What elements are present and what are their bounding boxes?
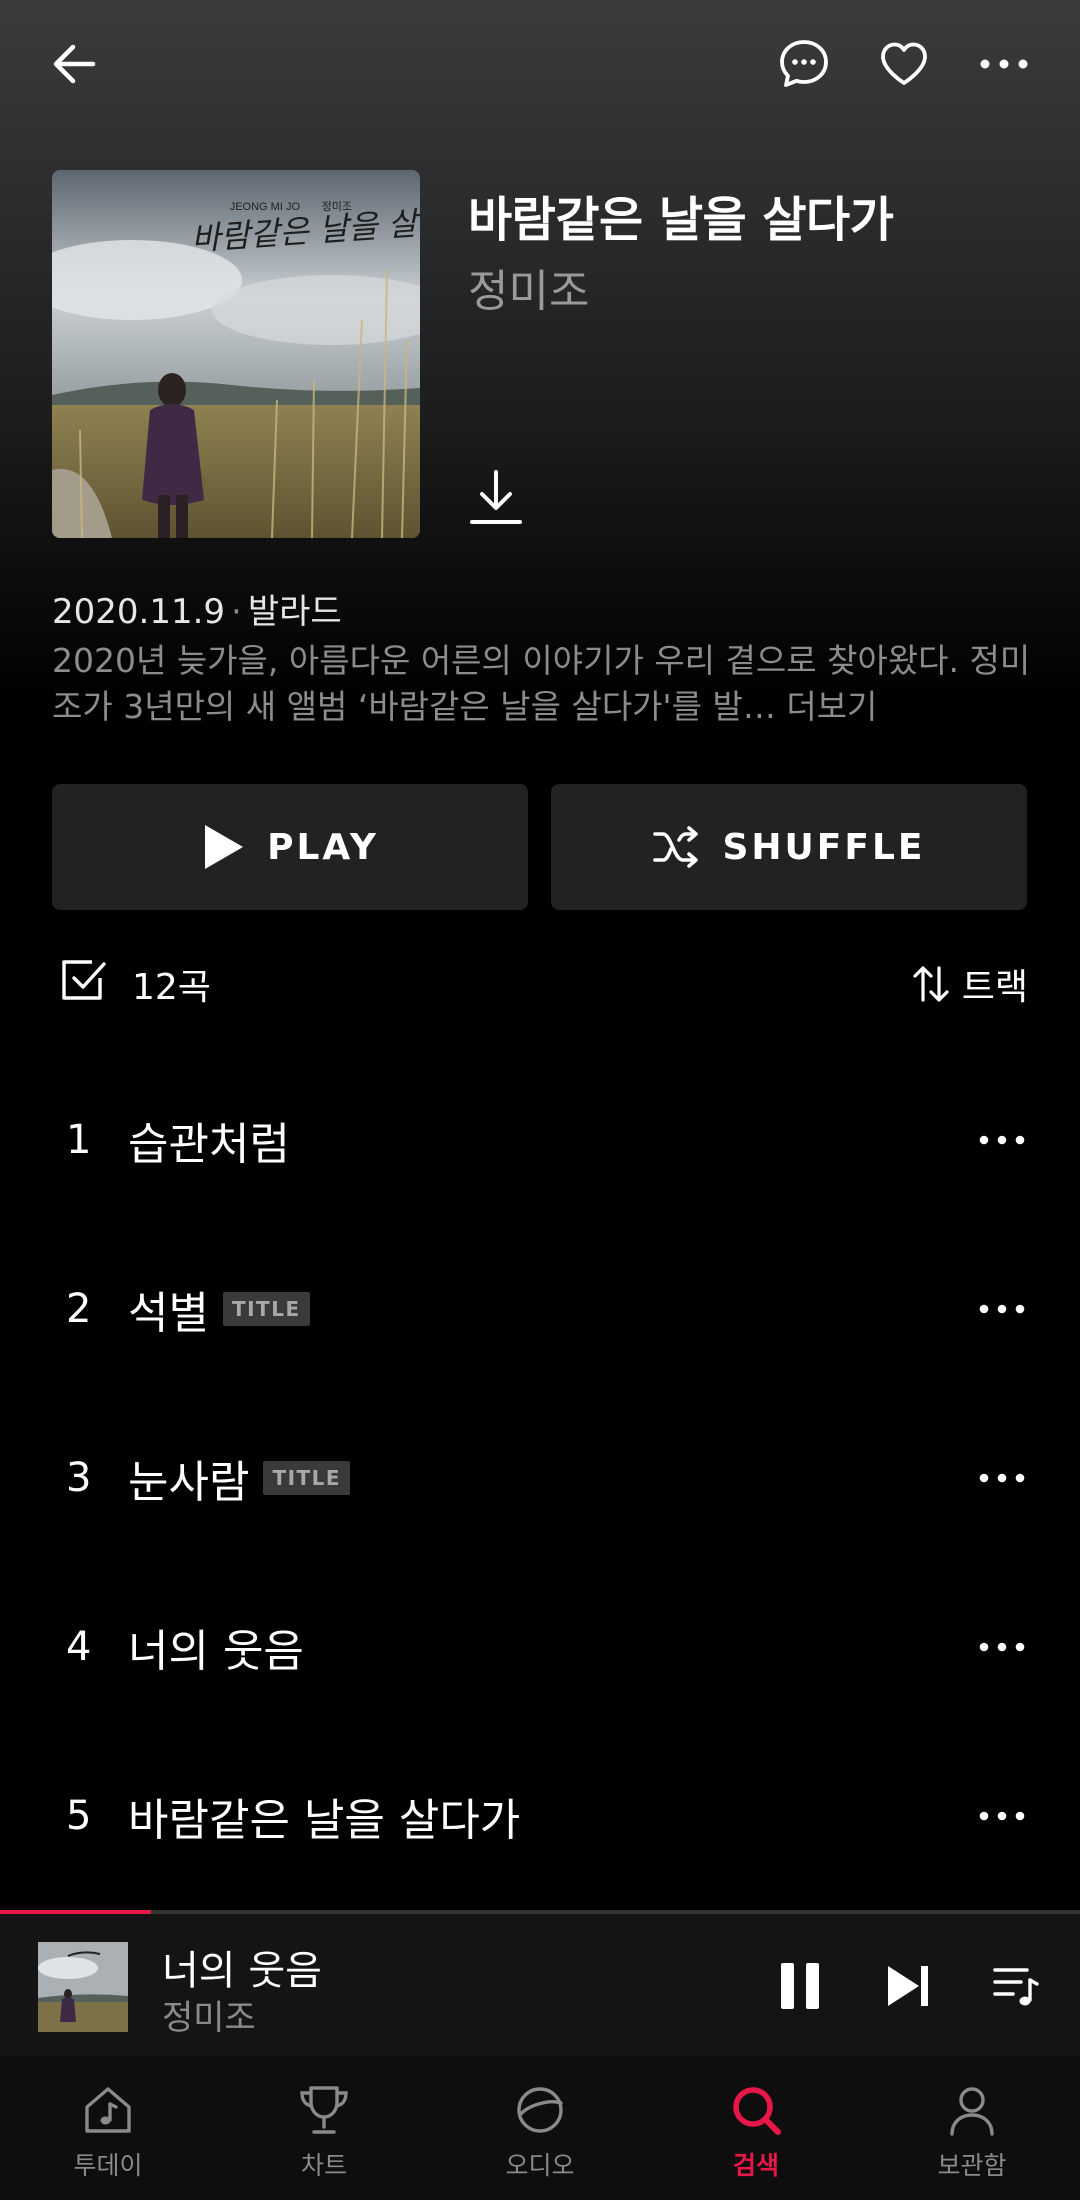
more-link[interactable]: 더보기 bbox=[786, 687, 877, 726]
track-title-wrap: 석별 TITLE bbox=[128, 1277, 310, 1341]
more-horizontal-icon bbox=[979, 1811, 1025, 1821]
play-label: PLAY bbox=[267, 826, 379, 868]
track-more-button[interactable] bbox=[972, 1801, 1032, 1831]
track-row[interactable]: 3 눈사람 TITLE bbox=[0, 1418, 1080, 1538]
track-more-button[interactable] bbox=[972, 1294, 1032, 1324]
track-title: 눈사람 bbox=[128, 1457, 250, 1508]
track-title-wrap: 눈사람 TITLE bbox=[128, 1446, 351, 1510]
top-bar bbox=[0, 0, 1080, 130]
play-button[interactable]: PLAY bbox=[52, 784, 528, 910]
home-music-icon bbox=[78, 2080, 138, 2140]
cover-artist-en: JEONG MI JO bbox=[230, 201, 301, 213]
track-number: 2 bbox=[66, 1286, 92, 1332]
nav-label: 보관함 bbox=[937, 2151, 1007, 2180]
bottom-navigation: 투데이 차트 오디오 검색 보관함 bbox=[0, 2056, 1080, 2200]
checkbox-icon bbox=[62, 960, 106, 1000]
nav-item-chart[interactable]: 차트 bbox=[216, 2056, 432, 2200]
meta-separator: · bbox=[231, 592, 242, 632]
search-icon bbox=[726, 2080, 786, 2140]
track-title: 너의 웃음 bbox=[128, 1626, 304, 1677]
track-title-wrap: 바람같은 날을 살다가 bbox=[128, 1784, 520, 1848]
skip-next-icon bbox=[888, 1966, 928, 2006]
track-number: 1 bbox=[66, 1117, 92, 1163]
track-row[interactable]: 4 너의 웃음 bbox=[0, 1587, 1080, 1707]
track-number: 4 bbox=[66, 1624, 92, 1670]
select-all-checkbox[interactable] bbox=[60, 956, 108, 1004]
shuffle-icon bbox=[653, 826, 699, 868]
sort-icon bbox=[913, 966, 949, 1002]
pause-icon bbox=[781, 1963, 819, 2009]
play-icon bbox=[205, 825, 244, 869]
person-icon bbox=[942, 2080, 1002, 2140]
more-horizontal-icon bbox=[979, 1642, 1025, 1652]
album-meta: 2020.11.9 · 발라드 bbox=[52, 584, 342, 633]
more-horizontal-icon bbox=[980, 59, 1028, 69]
mini-cover-image bbox=[38, 1942, 128, 2032]
download-button[interactable] bbox=[466, 466, 526, 528]
track-number: 5 bbox=[66, 1793, 92, 1839]
nav-item-library[interactable]: 보관함 bbox=[864, 2056, 1080, 2200]
next-track-button[interactable] bbox=[878, 1956, 938, 2016]
album-artist[interactable]: 정미조 bbox=[468, 255, 589, 319]
mini-player-cover bbox=[38, 1942, 128, 2032]
comment-button[interactable] bbox=[774, 34, 834, 94]
album-description[interactable]: 2020년 늦가을, 아름다운 어른의 이야기가 우리 곁으로 찾아왔다. 정미… bbox=[52, 638, 1032, 730]
track-row[interactable]: 5 바람같은 날을 살다가 bbox=[0, 1756, 1080, 1876]
playlist-queue-button[interactable] bbox=[986, 1956, 1046, 2016]
more-horizontal-icon bbox=[979, 1473, 1025, 1483]
chat-bubble-icon bbox=[780, 40, 828, 87]
track-row[interactable]: 2 석별 TITLE bbox=[0, 1249, 1080, 1369]
track-list-header: 12곡 트랙 bbox=[0, 950, 1080, 1012]
nav-item-search[interactable]: 검색 bbox=[648, 2056, 864, 2200]
track-row[interactable]: 1 습관처럼 bbox=[0, 1080, 1080, 1200]
nav-label: 투데이 bbox=[73, 2151, 143, 2180]
album-screen: JEONG MI JO 정미조 바람같은 날을 살다가 바람같은 날을 살다가 … bbox=[0, 0, 1080, 2200]
album-cover-image: JEONG MI JO 정미조 바람같은 날을 살다가 bbox=[52, 170, 420, 538]
track-title: 바람같은 날을 살다가 bbox=[128, 1795, 521, 1846]
title-track-badge: TITLE bbox=[222, 1292, 310, 1326]
more-horizontal-icon bbox=[979, 1135, 1025, 1145]
track-count: 12곡 bbox=[132, 967, 211, 1008]
shuffle-button[interactable]: SHUFFLE bbox=[551, 784, 1027, 910]
album-title: 바람같은 날을 살다가 bbox=[468, 192, 894, 248]
nav-item-today[interactable]: 투데이 bbox=[0, 2056, 216, 2200]
release-date: 2020.11.9 bbox=[52, 592, 226, 632]
shuffle-label: SHUFFLE bbox=[722, 826, 926, 868]
mini-player[interactable]: 너의 웃음 정미조 bbox=[0, 1914, 1080, 2056]
track-title-wrap: 습관처럼 bbox=[128, 1108, 290, 1172]
now-playing-title: 너의 웃음 bbox=[162, 1948, 322, 1994]
nav-item-audio[interactable]: 오디오 bbox=[432, 2056, 648, 2200]
pause-button[interactable] bbox=[770, 1956, 830, 2016]
title-track-badge: TITLE bbox=[263, 1461, 351, 1495]
sort-label: 트랙 bbox=[961, 967, 1028, 1008]
back-button[interactable] bbox=[45, 34, 105, 94]
sort-button[interactable]: 트랙 bbox=[912, 958, 1028, 1010]
nav-label: 오디오 bbox=[505, 2151, 575, 2180]
description-text: 2020년 늦가을, 아름다운 어른의 이야기가 우리 곁으로 찾아왔다. 정미… bbox=[52, 641, 1031, 726]
heart-icon bbox=[881, 42, 927, 85]
more-horizontal-icon bbox=[979, 1304, 1025, 1314]
track-more-button[interactable] bbox=[972, 1463, 1032, 1493]
planet-icon bbox=[510, 2080, 570, 2140]
nav-label: 차트 bbox=[300, 2151, 347, 2180]
more-options-button[interactable] bbox=[974, 34, 1034, 94]
now-playing-artist: 정미조 bbox=[162, 1998, 256, 2038]
trophy-icon bbox=[294, 2080, 354, 2140]
nav-label: 검색 bbox=[732, 2151, 779, 2180]
genre: 발라드 bbox=[247, 592, 342, 632]
arrow-left-icon bbox=[53, 44, 96, 84]
track-title: 석별 bbox=[128, 1288, 209, 1339]
track-title: 습관처럼 bbox=[128, 1119, 290, 1170]
download-icon bbox=[470, 470, 522, 524]
like-button[interactable] bbox=[874, 34, 934, 94]
track-number: 3 bbox=[66, 1455, 92, 1501]
track-more-button[interactable] bbox=[972, 1125, 1032, 1155]
playlist-music-icon bbox=[993, 1968, 1039, 2006]
album-cover: JEONG MI JO 정미조 바람같은 날을 살다가 bbox=[52, 170, 420, 538]
track-title-wrap: 너의 웃음 bbox=[128, 1615, 304, 1679]
track-more-button[interactable] bbox=[972, 1632, 1032, 1662]
